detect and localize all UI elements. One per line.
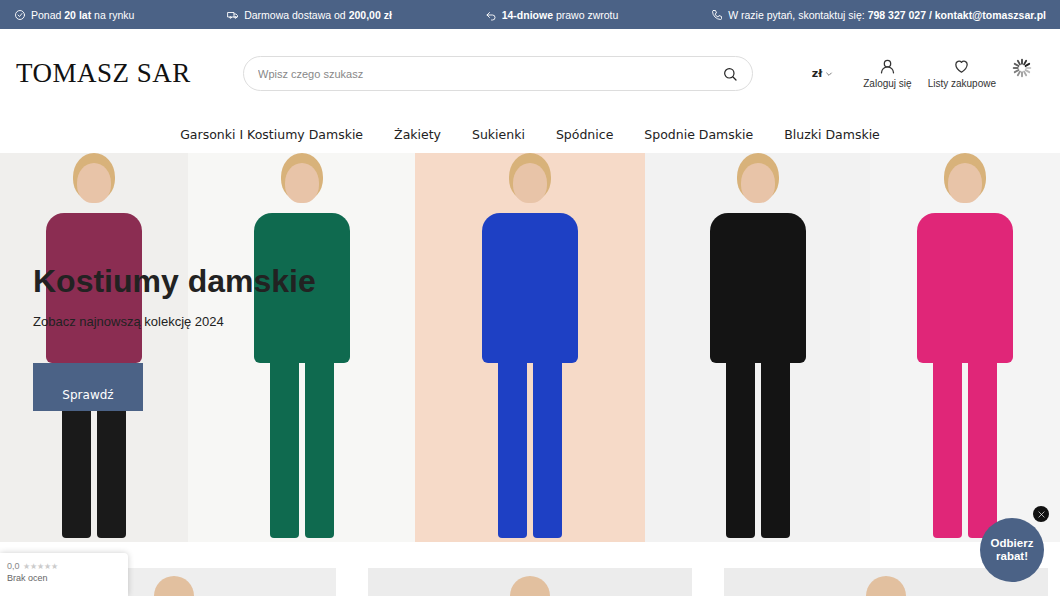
top-bar-text: 14-dniowe prawo zwrotu xyxy=(502,9,619,21)
product-card[interactable] xyxy=(368,568,692,596)
star-icon: ★ xyxy=(23,562,30,571)
nav-item[interactable]: Spodnie Damskie xyxy=(644,123,753,146)
wishlist-label[interactable]: Listy zakupowe xyxy=(928,78,996,89)
top-bar-text: Darmowa dostawa od 200,00 zł xyxy=(244,9,392,21)
hero-banner: Kostiumy damskie Zobacz najnowszą kolekcj… xyxy=(0,153,1060,542)
top-bar-text: Ponad 20 lat na rynku xyxy=(31,9,134,21)
text-part: Ponad xyxy=(31,9,64,21)
user-icon[interactable] xyxy=(879,58,896,75)
model-pants xyxy=(726,363,790,538)
hero-photo xyxy=(645,153,870,542)
text-part: 14-dniowe xyxy=(502,9,553,21)
heart-icon[interactable] xyxy=(953,58,970,75)
star-rating: ★★★★★ xyxy=(23,562,58,571)
model-jacket xyxy=(482,213,578,363)
top-bar-text: W razie pytań, skontaktuj się: 798 327 0… xyxy=(728,9,1046,21)
logo[interactable]: TOMASZ SAR xyxy=(16,58,243,89)
text-part: na rynku xyxy=(91,9,134,21)
top-bar-item: Darmowa dostawa od 200,00 zł xyxy=(227,9,392,21)
model-jacket xyxy=(710,213,806,363)
star-icon: ★ xyxy=(30,562,37,571)
model-head xyxy=(285,163,319,203)
nav-item[interactable]: Garsonki I Kostiumy Damskie xyxy=(180,123,363,146)
hero-text: Kostiumy damskie Zobacz najnowszą kolekcj… xyxy=(33,263,316,411)
model-head xyxy=(866,576,906,596)
truck-icon xyxy=(227,9,239,21)
product-cards xyxy=(0,542,1060,596)
model-head xyxy=(513,163,547,203)
discount-button[interactable]: Odbierz rabat! xyxy=(980,518,1044,582)
hero-photo xyxy=(0,153,188,542)
header-actions: zł Zaloguj się Listy zakupowe xyxy=(812,58,1044,90)
model-pants xyxy=(933,363,997,538)
top-bar: Ponad 20 lat na rynku Darmowa dostawa od … xyxy=(0,0,1060,29)
pant-leg xyxy=(270,363,299,538)
model-head xyxy=(77,163,111,203)
text-part: prawo zwrotu xyxy=(553,9,618,21)
rating-score: 0,0 xyxy=(7,561,20,571)
currency-label[interactable]: zł xyxy=(812,67,822,80)
pant-leg xyxy=(761,363,790,538)
search-input[interactable] xyxy=(258,68,714,80)
text-part: 200,00 zł xyxy=(349,9,392,21)
currency-selector[interactable]: zł xyxy=(812,67,833,80)
account-button[interactable]: Zaloguj się xyxy=(863,58,911,89)
text-part: W razie pytań, skontaktuj się: xyxy=(728,9,867,21)
nav-item[interactable]: Spódnice xyxy=(556,123,613,146)
top-bar-item: W razie pytań, skontaktuj się: 798 327 0… xyxy=(711,9,1046,21)
rating-label: Brak ocen xyxy=(7,573,121,583)
text-part: 20 lat xyxy=(64,9,91,21)
star-icon: ★ xyxy=(51,562,58,571)
pant-leg xyxy=(933,363,962,538)
pant-leg xyxy=(968,363,997,538)
rating-widget[interactable]: 0,0★★★★★Brak ocen xyxy=(0,553,128,596)
account-label[interactable]: Zaloguj się xyxy=(863,78,911,89)
text-part: 798 327 027 / kontakt@tomaszsar.pl xyxy=(868,9,1046,21)
wishlist-button[interactable]: Listy zakupowe xyxy=(928,58,996,89)
discount-label[interactable]: Odbierz rabat! xyxy=(984,537,1040,563)
pant-leg xyxy=(305,363,334,538)
nav-item[interactable]: Bluzki Damskie xyxy=(784,123,880,146)
close-icon[interactable] xyxy=(1037,510,1046,519)
pant-leg xyxy=(726,363,755,538)
loading-icon xyxy=(1012,58,1032,78)
check-button[interactable]: Sprawdź xyxy=(33,363,143,411)
phone-icon xyxy=(711,9,723,21)
close-button[interactable] xyxy=(1033,506,1049,522)
text-part: Darmowa dostawa od xyxy=(244,9,348,21)
hero-photo xyxy=(870,153,1060,542)
hero-subtitle: Zobacz najnowszą kolekcję 2024 xyxy=(33,314,224,329)
hero-photo xyxy=(188,153,415,542)
nav-item[interactable]: Sukienki xyxy=(472,123,525,146)
top-bar-item: 14-dniowe prawo zwrotu xyxy=(485,9,619,21)
star-icon: ★ xyxy=(44,562,51,571)
search-icon[interactable] xyxy=(722,66,738,82)
header: TOMASZ SAR zł Zaloguj się Listy zakupowe xyxy=(0,29,1060,118)
model-head xyxy=(948,163,982,203)
rating-row: 0,0★★★★★ xyxy=(7,561,121,571)
model-head xyxy=(154,576,194,596)
model-pants xyxy=(270,363,334,538)
chevron-down-icon[interactable] xyxy=(825,70,833,78)
top-bar-item: Ponad 20 lat na rynku xyxy=(14,9,134,21)
check-circle-icon xyxy=(14,9,26,21)
search-box[interactable] xyxy=(243,56,753,91)
pant-leg xyxy=(498,363,527,538)
hero-title: Kostiumy damskie xyxy=(33,263,316,300)
model-jacket xyxy=(917,213,1013,363)
main-nav: Garsonki I Kostiumy Damskie Żakiety Sukien… xyxy=(12,118,1048,151)
return-icon xyxy=(485,9,497,21)
pant-leg xyxy=(533,363,562,538)
model-head xyxy=(510,576,550,596)
nav-item[interactable]: Żakiety xyxy=(394,123,441,146)
model-pants xyxy=(498,363,562,538)
model-head xyxy=(741,163,775,203)
hero-photo xyxy=(415,153,645,542)
star-icon: ★ xyxy=(37,562,44,571)
